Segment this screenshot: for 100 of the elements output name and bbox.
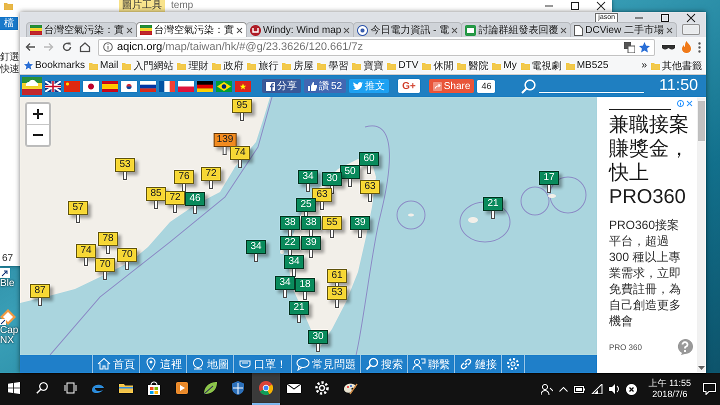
nav-label[interactable]: 快速 [0, 64, 19, 76]
scrollbar-thumb[interactable] [698, 101, 705, 141]
scroll-down-icon[interactable] [698, 366, 705, 371]
translate-icon[interactable] [624, 42, 635, 52]
maximize-icon[interactable] [660, 12, 670, 22]
bookmark-item[interactable]: 政府 [212, 58, 244, 72]
aqi-marker[interactable]: 34 [298, 170, 318, 184]
taskbar-clock[interactable]: 上午 11:55 2018/7/6 [648, 378, 691, 400]
address-bar[interactable]: aqicn.org/map/taiwan/hk/#@g/23.3626/120.661/7z [98, 38, 655, 56]
bookmark-item[interactable]: 醫院 [457, 58, 488, 72]
bookmark-item[interactable]: 學習 [317, 58, 348, 72]
bookmark-item[interactable]: 房屋 [282, 58, 314, 72]
bookmark-item[interactable]: 電視劇 [520, 58, 562, 72]
x-circle-icon[interactable] [626, 384, 637, 394]
aqi-marker[interactable]: 21 [483, 197, 503, 211]
flag-icon[interactable] [140, 80, 156, 92]
search-icon[interactable] [521, 78, 536, 94]
aqi-marker[interactable]: 30 [308, 330, 328, 344]
aqi-marker[interactable]: 76 [174, 170, 194, 184]
browser-tab[interactable]: 今日電力資訊 - 電 [353, 22, 462, 37]
aqi-marker[interactable]: 39 [301, 236, 321, 250]
share-button[interactable]: Share [428, 79, 474, 93]
bookmark-item[interactable]: 入門網站 [122, 58, 174, 72]
aqi-marker[interactable]: 34 [246, 240, 266, 254]
aqi-marker[interactable]: 63 [312, 188, 332, 202]
aqi-marker[interactable]: 30 [322, 172, 342, 186]
ad-headline[interactable]: 兼職接案賺獎金，快上PRO360 [609, 113, 693, 209]
browser-tab[interactable]: DCView 二手市場 [570, 22, 677, 37]
like-button[interactable]: 讚 52 [304, 79, 346, 93]
bookmark-item[interactable]: 其他書籤 [651, 58, 702, 72]
shortcut-icon[interactable] [0, 268, 10, 278]
battery-icon[interactable] [574, 386, 585, 392]
close-icon[interactable] [596, 1, 606, 11]
aqi-marker[interactable]: 74 [76, 244, 96, 258]
aqi-marker[interactable]: 21 [289, 301, 309, 315]
bookmark-item[interactable]: My [492, 60, 517, 71]
bookmark-item[interactable]: 寶寶 [352, 58, 384, 72]
browser-tab[interactable]: Windy: Wind map [246, 22, 354, 37]
aqi-marker[interactable]: 61 [327, 269, 347, 283]
aqi-marker[interactable]: 25 [296, 198, 316, 212]
bookmark-item[interactable]: 理財 [177, 58, 208, 72]
aqi-marker[interactable]: 50 [340, 165, 360, 179]
browser-tab[interactable]: 台灣空氣污染：實 [26, 22, 137, 37]
aqi-marker[interactable]: 38 [301, 216, 321, 230]
volume-icon[interactable] [608, 384, 620, 394]
share-button[interactable]: 分享 [262, 79, 301, 93]
aqi-marker[interactable]: 95 [232, 99, 252, 113]
aqi-marker[interactable]: 70 [117, 248, 137, 262]
menu-icon[interactable] [698, 42, 701, 52]
back-icon[interactable] [25, 41, 36, 53]
aqi-marker[interactable]: 34 [284, 255, 304, 269]
google-plus-button[interactable]: G+ [398, 79, 420, 93]
wifi-icon[interactable] [590, 384, 603, 394]
fire-icon[interactable] [682, 41, 691, 53]
maximize-icon[interactable] [570, 1, 580, 11]
ad-info-icon[interactable] [677, 100, 684, 107]
aqi-marker[interactable]: 57 [68, 201, 88, 215]
app-icon[interactable] [0, 309, 16, 325]
nav-label[interactable]: 釘選 [0, 52, 19, 64]
aqi-marker[interactable]: 74 [230, 146, 250, 160]
flag-icon[interactable] [121, 80, 137, 92]
close-icon[interactable] [236, 26, 243, 34]
browser-tab[interactable]: 台灣空氣污染：實 [136, 22, 247, 37]
file-tab[interactable]: 檔 [0, 17, 18, 30]
aqi-marker[interactable]: 78 [98, 232, 118, 246]
bookmark-item[interactable]: 休閒 [422, 58, 454, 72]
aqi-marker[interactable]: 87 [30, 284, 50, 298]
flag-icon[interactable] [83, 80, 99, 92]
aqi-marker[interactable]: 70 [95, 258, 115, 272]
bookmark-item[interactable]: MB525 [566, 60, 608, 71]
ribbon-tab[interactable]: 圖片工具 [119, 0, 165, 12]
aqi-marker[interactable]: 17 [539, 171, 559, 185]
aqi-marker[interactable]: 85 [146, 187, 166, 201]
browser-tab[interactable]: 討論群組發表回覆 [461, 22, 572, 37]
reload-icon[interactable] [61, 41, 72, 53]
people-icon[interactable] [540, 383, 553, 395]
aqi-marker[interactable]: 38 [280, 216, 300, 230]
overflow-button[interactable]: » [641, 60, 647, 71]
close-icon[interactable] [686, 12, 696, 22]
aqi-marker[interactable]: 22 [280, 236, 300, 250]
aqi-marker[interactable]: 39 [350, 216, 370, 230]
aqi-marker[interactable]: 34 [275, 276, 295, 290]
bookmark-item[interactable]: Mail [89, 60, 118, 71]
taskbar-app-button[interactable] [252, 373, 280, 405]
flag-icon[interactable] [45, 80, 61, 92]
home-icon[interactable] [79, 41, 91, 53]
bookmark-item[interactable]: Bookmarks [24, 60, 86, 71]
logo-icon[interactable] [22, 77, 42, 95]
aqi-marker[interactable]: 18 [295, 278, 315, 292]
bookmark-item[interactable]: 旅行 [247, 58, 278, 72]
aqi-marker[interactable]: 53 [327, 286, 347, 300]
aqi-marker[interactable]: 55 [322, 216, 342, 230]
help-icon[interactable] [677, 339, 693, 355]
bookmark-item[interactable]: DTV [387, 60, 418, 71]
flag-icon[interactable] [197, 80, 213, 92]
aqi-marker[interactable]: 139 [214, 133, 236, 147]
aqi-marker[interactable]: 72 [165, 191, 185, 205]
aqi-marker[interactable]: 60 [359, 152, 379, 166]
star-icon[interactable] [639, 42, 650, 52]
flag-icon[interactable] [159, 80, 175, 92]
